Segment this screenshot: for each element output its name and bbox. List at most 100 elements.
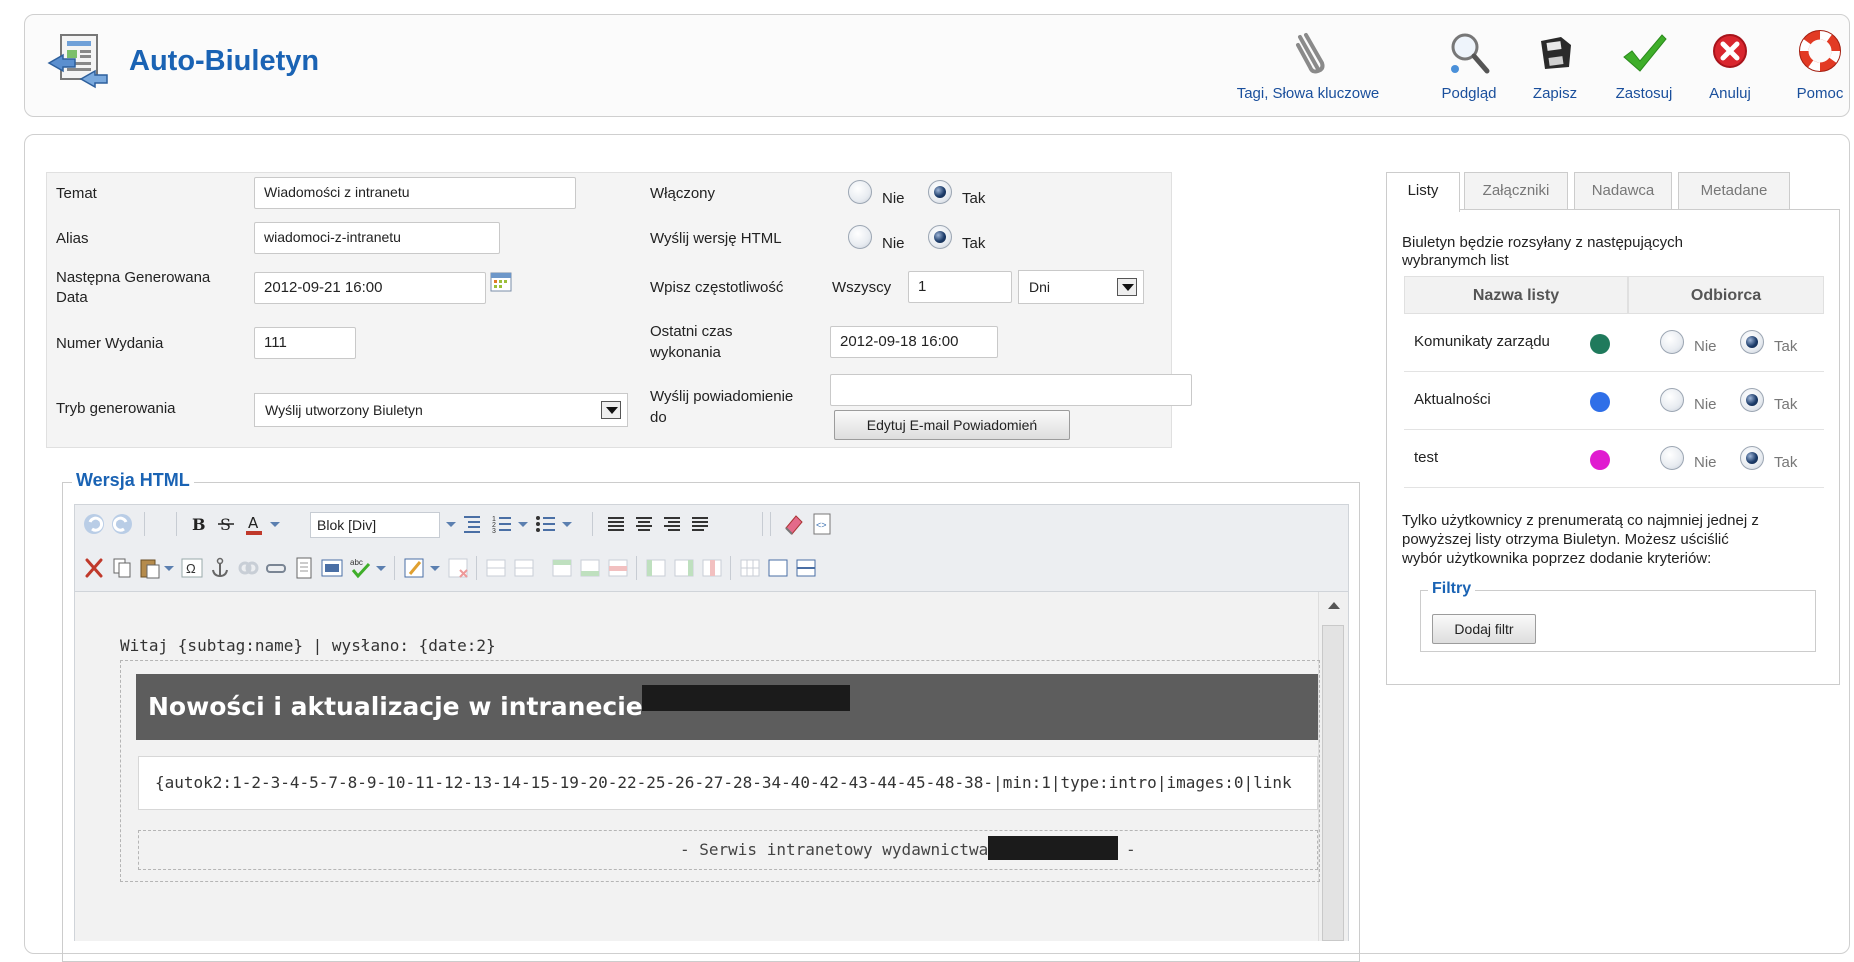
- preview-button[interactable]: Podgląd: [1429, 15, 1509, 118]
- delete-col-icon[interactable]: [700, 556, 724, 580]
- redo-icon[interactable]: [110, 512, 134, 536]
- table-row-above-icon[interactable]: [484, 556, 508, 580]
- list-color-dot: [1590, 334, 1610, 354]
- cut-icon[interactable]: [82, 556, 106, 580]
- toolbar-separator: [770, 512, 771, 536]
- eraser-icon[interactable]: [782, 512, 806, 536]
- enabled-yes-radio[interactable]: [928, 180, 952, 204]
- document-icon[interactable]: [292, 556, 316, 580]
- template-icon[interactable]: [402, 556, 426, 580]
- chevron-down-icon[interactable]: [560, 512, 574, 536]
- next-date-input[interactable]: 2012-09-21 16:00: [254, 272, 486, 304]
- format-select[interactable]: Blok [Div]: [310, 512, 440, 538]
- issue-input[interactable]: 111: [254, 327, 356, 359]
- align-justify-icon[interactable]: [688, 512, 712, 536]
- insert-row-icon[interactable]: [550, 556, 574, 580]
- next-date-label-line2: Data: [56, 289, 88, 306]
- cancel-button[interactable]: Anuluj: [1695, 15, 1765, 118]
- svg-text:A: A: [248, 514, 259, 532]
- frequency-label: Wpisz częstotliwość: [650, 279, 784, 296]
- send-html-no-radio[interactable]: [848, 225, 872, 249]
- strikethrough-icon[interactable]: S: [214, 512, 238, 536]
- chevron-down-icon[interactable]: [428, 556, 442, 580]
- frequency-unit-select[interactable]: Dni: [1018, 270, 1144, 304]
- enabled-no-label: Nie: [882, 190, 905, 207]
- chevron-down-icon[interactable]: [444, 512, 458, 536]
- preview-label: Podgląd: [1441, 85, 1497, 102]
- toolbar-separator: [730, 556, 731, 580]
- list-no-label: Nie: [1694, 454, 1717, 471]
- indent-icon[interactable]: [460, 512, 484, 536]
- copy-icon[interactable]: [110, 556, 134, 580]
- tab-listy[interactable]: Listy: [1386, 172, 1460, 212]
- bold-icon[interactable]: B: [186, 512, 210, 536]
- alias-input[interactable]: wiadomoci-z-intranetu: [254, 222, 500, 254]
- align-center-icon[interactable]: [632, 512, 656, 536]
- insert-col-before-icon[interactable]: [644, 556, 668, 580]
- spellcheck-icon[interactable]: abc: [348, 556, 372, 580]
- horizontal-rule-icon[interactable]: [794, 556, 818, 580]
- scroll-thumb[interactable]: [1322, 625, 1344, 941]
- frequency-input[interactable]: 1: [908, 271, 1012, 303]
- toolbar-separator: [476, 556, 477, 580]
- anchor-icon[interactable]: [208, 556, 232, 580]
- filters-legend: Filtry: [1428, 580, 1476, 598]
- delete-table-icon[interactable]: [446, 556, 470, 580]
- text-color-icon[interactable]: A: [242, 512, 266, 536]
- list-no-radio[interactable]: [1660, 388, 1684, 412]
- save-button[interactable]: Zapisz: [1519, 15, 1591, 118]
- list-yes-radio[interactable]: [1740, 388, 1764, 412]
- list-yes-radio[interactable]: [1740, 330, 1764, 354]
- special-char-icon[interactable]: Ω: [180, 556, 204, 580]
- mode-select[interactable]: Wyślij utworzony Biuletyn: [254, 393, 628, 427]
- unlink-icon[interactable]: [236, 556, 260, 580]
- list-yes-radio[interactable]: [1740, 446, 1764, 470]
- tags-keywords-button[interactable]: Tagi, Słowa kluczowe: [1223, 15, 1393, 118]
- link-icon[interactable]: [264, 556, 288, 580]
- edit-notify-emails-button[interactable]: Edytuj E-mail Powiadomień: [834, 410, 1070, 440]
- paste-icon[interactable]: [138, 556, 162, 580]
- image-icon[interactable]: [320, 556, 344, 580]
- magnifier-icon: [1445, 29, 1493, 77]
- last-run-label-line1: Ostatni czas: [650, 323, 733, 340]
- bullet-list-icon[interactable]: [534, 512, 558, 536]
- tab-metadane[interactable]: Metadane: [1678, 172, 1790, 210]
- undo-icon[interactable]: [82, 512, 106, 536]
- last-run-input[interactable]: 2012-09-18 16:00: [830, 326, 998, 358]
- chevron-down-icon[interactable]: [374, 556, 388, 580]
- tab-nadawca[interactable]: Nadawca: [1574, 172, 1672, 210]
- list-no-radio[interactable]: [1660, 446, 1684, 470]
- table-row-below-icon[interactable]: [512, 556, 536, 580]
- scroll-up-icon[interactable]: [1328, 602, 1340, 609]
- calendar-icon[interactable]: [490, 270, 512, 292]
- notify-input[interactable]: [830, 374, 1192, 406]
- send-html-yes-radio[interactable]: [928, 225, 952, 249]
- list-no-radio[interactable]: [1660, 330, 1684, 354]
- chevron-down-icon[interactable]: [516, 512, 530, 536]
- col-header-recipient: Odbiorca: [1628, 276, 1824, 314]
- help-button[interactable]: Pomoc: [1789, 15, 1851, 118]
- numbered-list-icon[interactable]: 123: [490, 512, 514, 536]
- insert-row-after-icon[interactable]: [578, 556, 602, 580]
- apply-button[interactable]: Zastosuj: [1599, 15, 1689, 118]
- toolbar-separator: [394, 556, 395, 580]
- table-icon[interactable]: [738, 556, 762, 580]
- cell-props-icon[interactable]: [766, 556, 790, 580]
- align-right-icon[interactable]: [660, 512, 684, 536]
- chevron-down-icon[interactable]: [268, 512, 282, 536]
- lists-note-line3: wybór użytkownika poprzez dodanie kryter…: [1402, 550, 1712, 567]
- enabled-no-radio[interactable]: [848, 180, 872, 204]
- format-select-value: Blok [Div]: [317, 517, 377, 533]
- chevron-down-icon[interactable]: [162, 556, 176, 580]
- tab-zalaczniki[interactable]: Załączniki: [1464, 172, 1568, 210]
- col-header-name: Nazwa listy: [1404, 276, 1628, 314]
- temat-input[interactable]: Wiadomości z intranetu: [254, 177, 576, 209]
- delete-row-icon[interactable]: [606, 556, 630, 580]
- add-filter-button[interactable]: Dodaj filtr: [1432, 614, 1536, 644]
- footer-text-end: -: [1126, 840, 1136, 859]
- tags-keywords-label: Tagi, Słowa kluczowe: [1236, 85, 1380, 102]
- align-left-icon[interactable]: [604, 512, 628, 536]
- list-no-label: Nie: [1694, 396, 1717, 413]
- html-source-icon[interactable]: <>: [810, 512, 834, 536]
- insert-col-after-icon[interactable]: [672, 556, 696, 580]
